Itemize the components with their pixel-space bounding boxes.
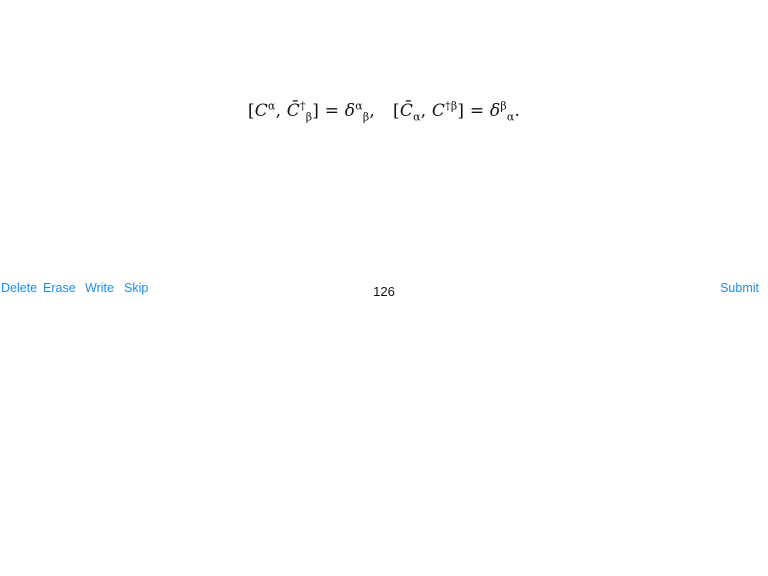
commutator-1: [Cα, C̄†β] = δαβ, <box>247 99 375 124</box>
math-formula: [Cα, C̄†β] = δαβ, [C̄α, C†β] = δβα. <box>0 99 768 123</box>
page-number: 126 <box>373 284 395 299</box>
commutator-2: [C̄α, C†β] = δβα. <box>393 99 521 124</box>
submit-button[interactable]: Submit <box>720 281 759 295</box>
bottom-toolbar: Delete Erase Write Skip 126 Submit <box>0 279 768 301</box>
